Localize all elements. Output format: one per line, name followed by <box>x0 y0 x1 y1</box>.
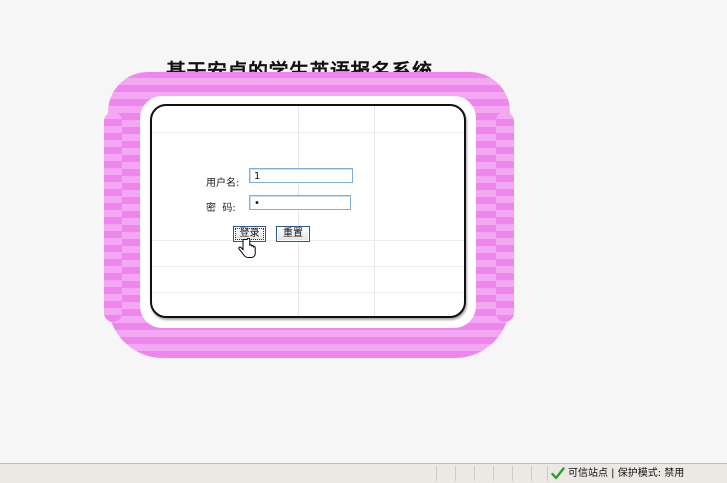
grid-line <box>298 106 299 316</box>
statusbar-divider <box>455 466 456 481</box>
password-label: 密 码: <box>206 203 236 214</box>
hand-pointer-icon <box>238 238 256 258</box>
grid-line <box>152 132 464 133</box>
zone-text: 可信站点 | 保护模式: 禁用 <box>568 468 685 479</box>
statusbar-divider <box>512 466 513 481</box>
grid-line <box>152 266 464 267</box>
security-zone-indicator[interactable]: 可信站点 | 保护模式: 禁用 <box>551 466 684 481</box>
check-icon <box>551 467 565 480</box>
statusbar-divider <box>474 466 475 481</box>
username-label: 用户名: <box>206 178 240 189</box>
grid-line <box>374 106 375 316</box>
username-input[interactable]: 1 <box>249 168 353 183</box>
reset-button[interactable]: 重置 <box>276 226 310 242</box>
statusbar-divider <box>436 466 437 481</box>
statusbar-divider <box>547 466 548 481</box>
statusbar-divider <box>531 466 532 481</box>
statusbar: 可信站点 | 保护模式: 禁用 <box>0 463 727 483</box>
grid-line <box>152 292 464 293</box>
login-card <box>150 104 466 318</box>
password-input[interactable]: • <box>249 195 351 210</box>
statusbar-divider <box>493 466 494 481</box>
